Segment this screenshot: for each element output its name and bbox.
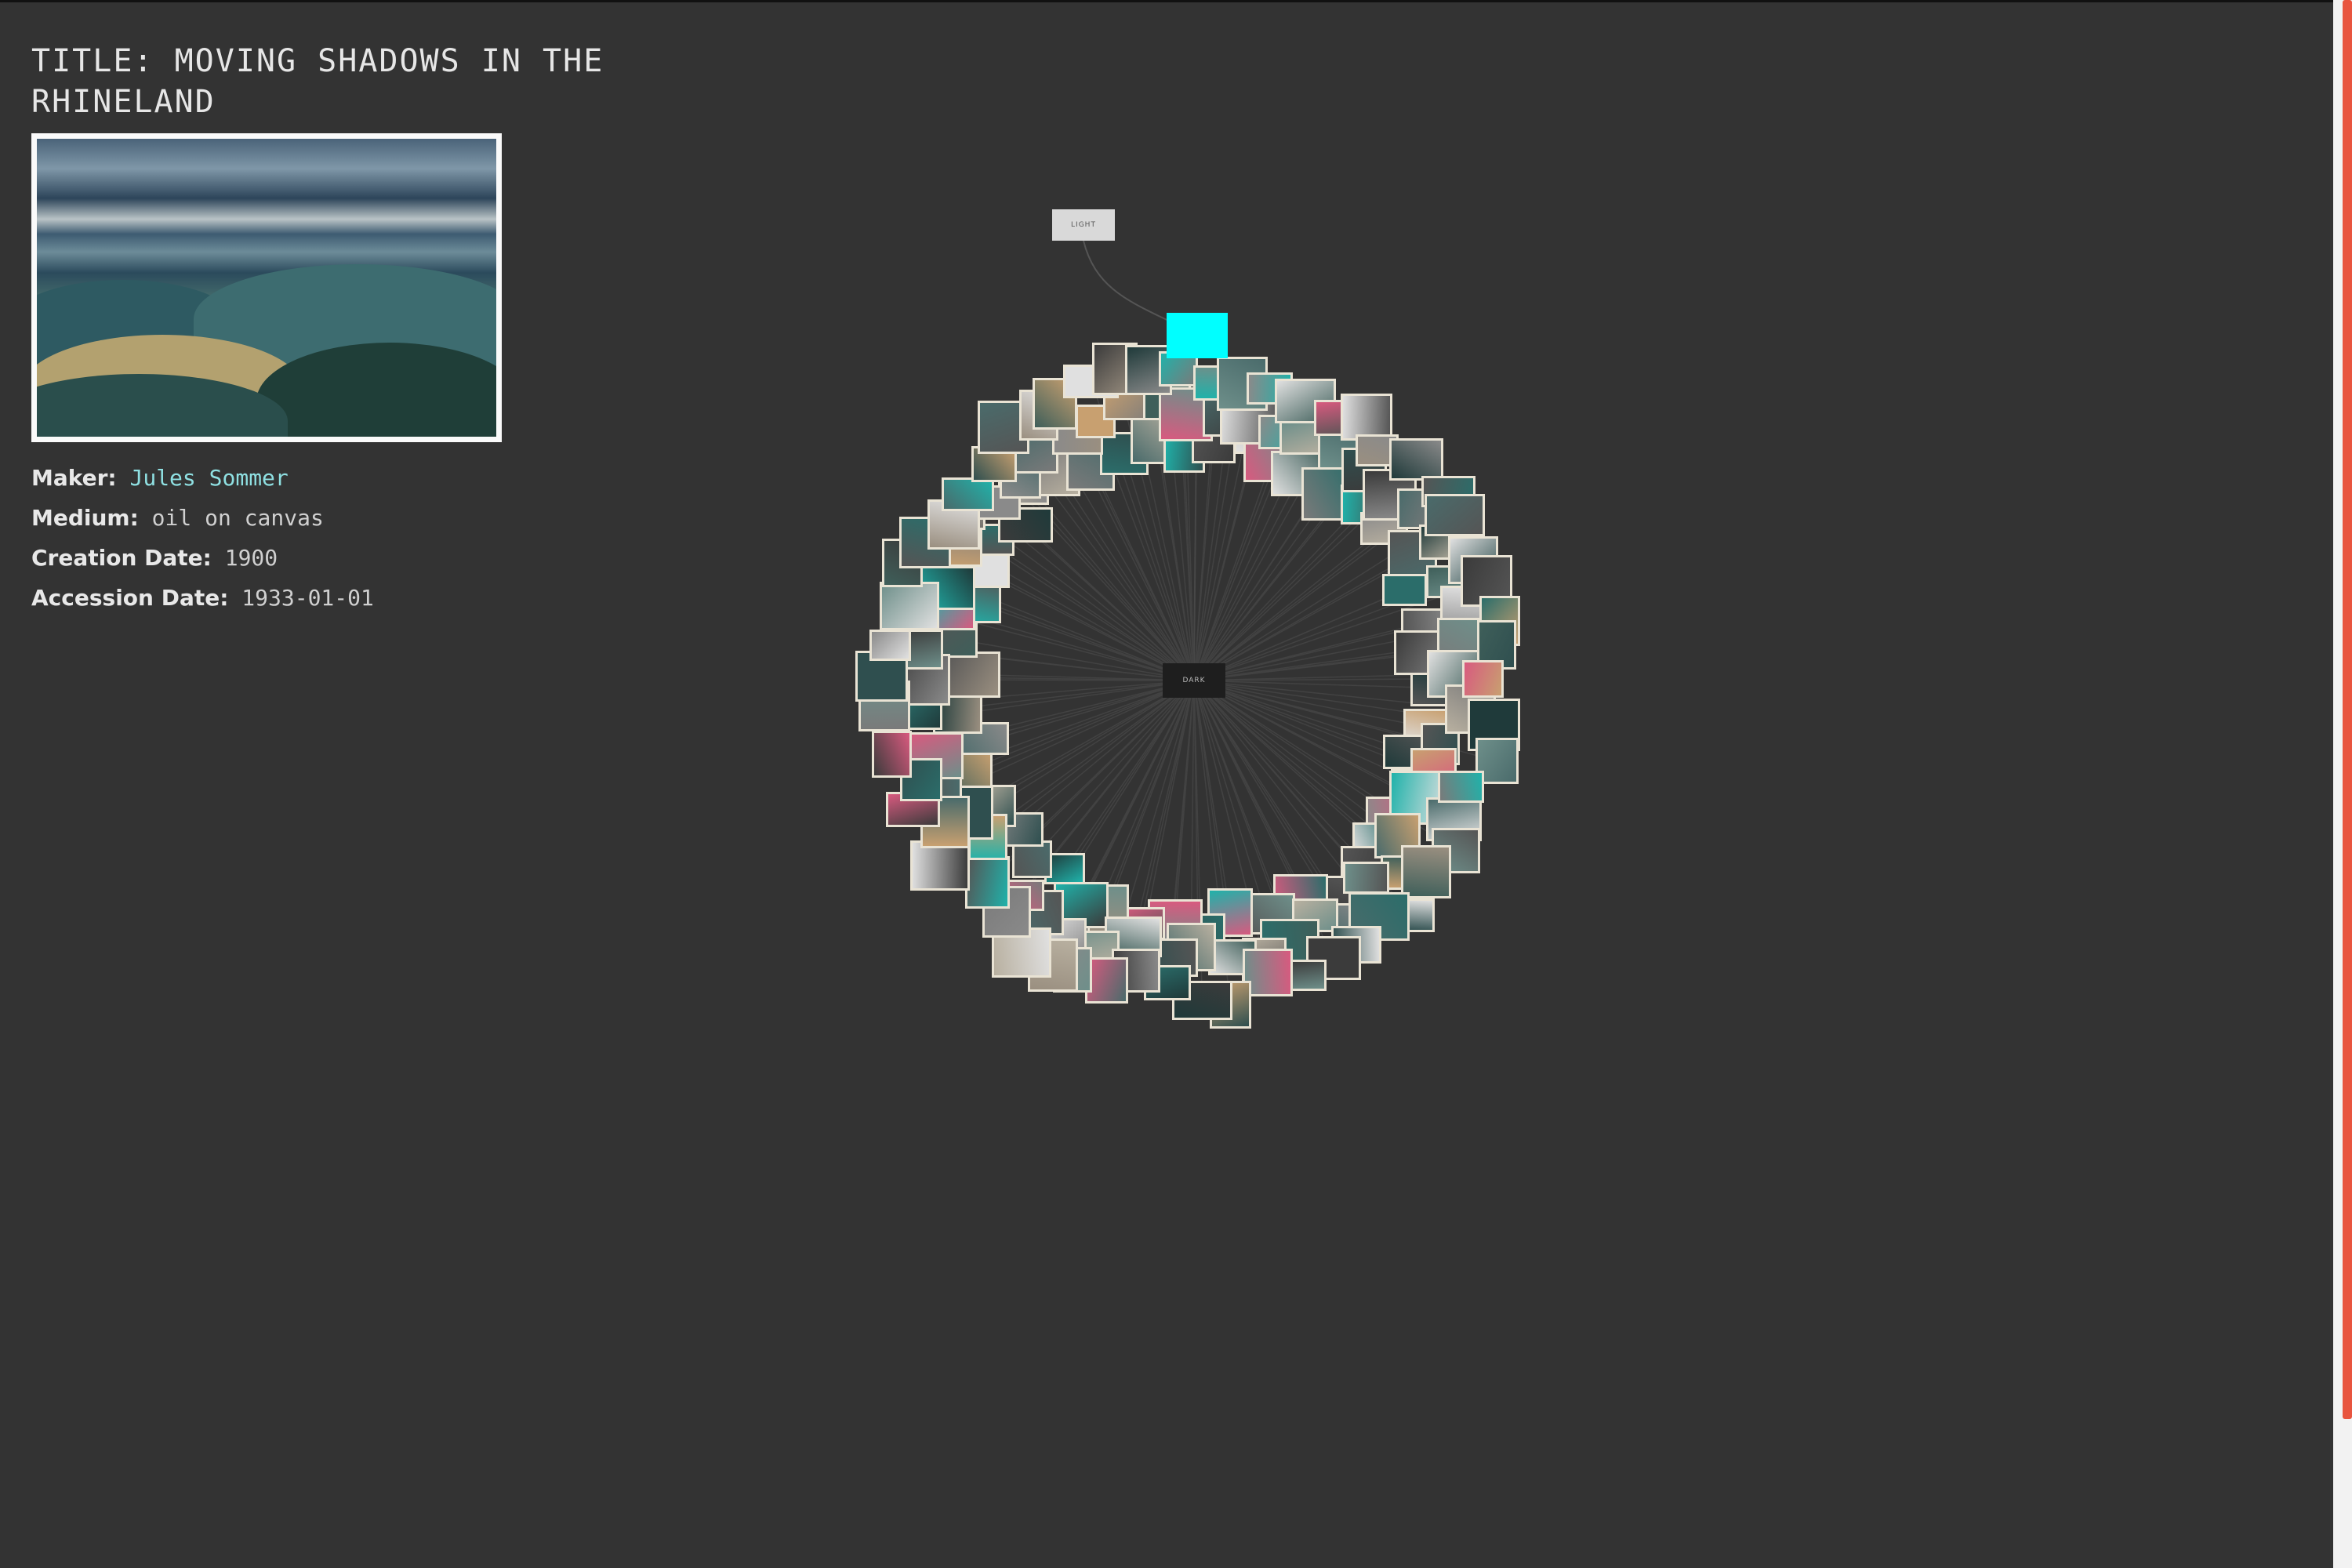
dark-node[interactable]: DARK — [1163, 663, 1225, 698]
medium-label: Medium: — [31, 505, 139, 531]
artwork-thumbnail[interactable] — [1388, 437, 1443, 481]
artwork-thumbnail[interactable] — [1424, 494, 1485, 537]
similarity-graph[interactable]: LIGHT DARK — [847, 188, 1552, 1029]
artwork-thumbnail[interactable] — [942, 477, 995, 512]
artwork-thumbnail[interactable] — [1438, 770, 1485, 803]
accession-date-value: 1933-01-01 — [241, 585, 374, 611]
artwork-thumbnail[interactable] — [1381, 574, 1427, 607]
graph-edge — [1193, 680, 1266, 914]
artwork-thumbnail[interactable] — [1343, 861, 1390, 894]
accession-date-label: Accession Date: — [31, 585, 229, 611]
creation-date-value: 1900 — [224, 545, 278, 571]
medium-row: Medium: oil on canvas — [31, 498, 627, 538]
artwork-image[interactable] — [31, 133, 502, 442]
artwork-thumbnail[interactable] — [1462, 659, 1504, 698]
artwork-title: TITLE: MOVING SHADOWS IN THE RHINELAND — [31, 43, 604, 120]
artwork-thumbnail[interactable] — [869, 630, 911, 662]
artwork-info-panel: TITLE: MOVING SHADOWS IN THE RHINELAND M… — [31, 41, 627, 618]
maker-row: Maker: Jules Sommer — [31, 458, 627, 498]
artwork-thumbnail[interactable] — [910, 840, 971, 891]
graph-edge — [994, 680, 1195, 807]
scrollbar-thumb[interactable] — [2343, 0, 2352, 1419]
light-node[interactable]: LIGHT — [1052, 209, 1115, 241]
artwork-metadata: Maker: Jules Sommer Medium: oil on canva… — [31, 458, 627, 618]
medium-value: oil on canvas — [151, 505, 324, 531]
top-border — [0, 0, 2352, 2]
graph-edge — [1031, 680, 1195, 860]
selected-artwork-node[interactable] — [1167, 313, 1228, 358]
creation-date-row: Creation Date: 1900 — [31, 538, 627, 578]
graph-edge — [985, 539, 1195, 681]
maker-link[interactable]: Jules Sommer — [129, 465, 288, 491]
artwork-thumbnail[interactable] — [872, 731, 913, 779]
graph-edge — [1056, 470, 1195, 681]
maker-label: Maker: — [31, 465, 117, 491]
artwork-thumbnail[interactable] — [1400, 845, 1451, 899]
accession-date-row: Accession Date: 1933-01-01 — [31, 578, 627, 618]
artwork-thumbnail[interactable] — [964, 857, 1010, 909]
artwork-thumbnail[interactable] — [941, 651, 1001, 698]
artwork-thumbnail[interactable] — [880, 581, 940, 630]
creation-date-label: Creation Date: — [31, 545, 212, 571]
